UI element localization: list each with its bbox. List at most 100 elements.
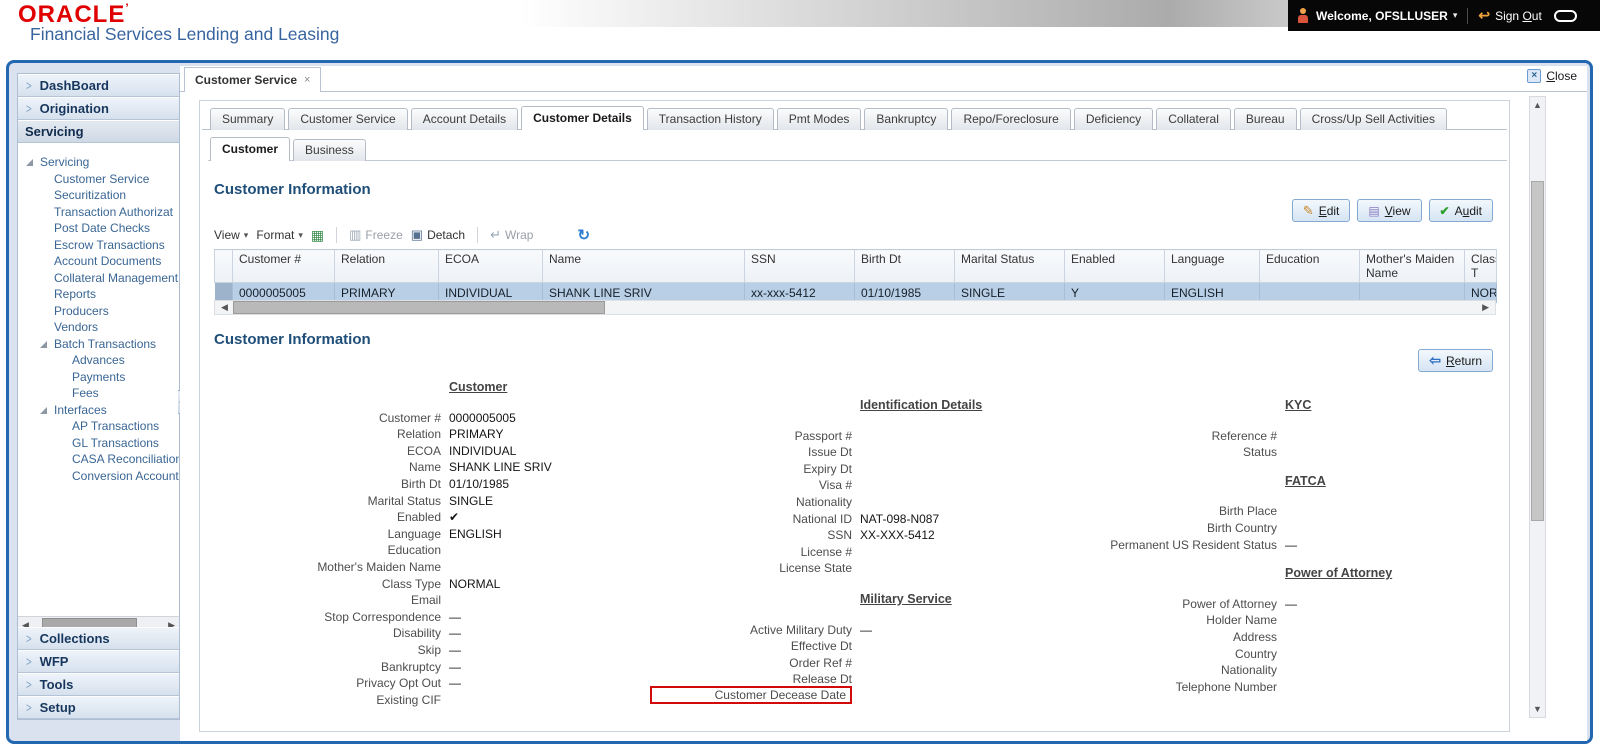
close-icon[interactable]: × <box>1527 69 1542 83</box>
tab-repo-foreclosure[interactable]: Repo/Foreclosure <box>951 108 1071 130</box>
view-menu[interactable]: View ▾ <box>214 228 248 242</box>
tab-transaction-history[interactable]: Transaction History <box>646 108 774 130</box>
tree-item-fees[interactable]: Fees <box>18 385 179 402</box>
sidebar-item-collections[interactable]: > Collections <box>18 627 179 650</box>
audit-button[interactable]: ✔ Audit <box>1428 199 1493 222</box>
col-ecoa[interactable]: ECOA <box>438 249 543 283</box>
wrap-button[interactable]: ↵ Wrap <box>490 227 533 243</box>
scroll-left-icon[interactable]: ◀ <box>221 301 228 314</box>
tree-item-vendors[interactable]: Vendors <box>18 319 179 336</box>
doc-tab-customer-service[interactable]: Customer Service × <box>184 67 322 92</box>
edit-button[interactable]: ✎ Edit <box>1291 199 1351 222</box>
chevron-down-icon[interactable]: ▾ <box>1453 10 1458 21</box>
format-menu[interactable]: Format ▾ <box>256 228 303 242</box>
tab-customer-service[interactable]: Customer Service <box>288 108 408 130</box>
tab-deficiency[interactable]: Deficiency <box>1073 108 1154 130</box>
form-field-row: Effective Dt <box>790 639 852 654</box>
tab-summary[interactable]: Summary <box>210 108 286 130</box>
form-field-row: Nationality <box>795 494 852 509</box>
tree-item-advances[interactable]: Advances <box>18 352 179 369</box>
document-tab-bar: Customer Service × × Close <box>180 66 1587 92</box>
tree-item-securitization[interactable]: Securitization <box>18 187 179 204</box>
export-to-excel-button[interactable]: ▦ <box>311 227 324 244</box>
refresh-icon[interactable]: ↻ <box>577 226 590 244</box>
form-field-row: Mother's Maiden Name <box>317 559 441 574</box>
col-customer-number[interactable]: Customer # <box>232 249 335 283</box>
col-marital-status[interactable]: Marital Status <box>954 249 1065 283</box>
kyc-group-header: KYC <box>1285 398 1312 412</box>
collapse-node-icon[interactable] <box>26 159 33 166</box>
sidebar-item-servicing[interactable]: Servicing <box>18 120 179 143</box>
sidebar-item-origination[interactable]: > Origination <box>18 97 179 120</box>
tree-item-transaction-authorization[interactable]: Transaction Authorizat <box>18 204 179 221</box>
form-field-row: Stop Correspondence — <box>324 609 461 624</box>
tab-cross-up-sell-activities[interactable]: Cross/Up Sell Activities <box>1299 108 1447 130</box>
product-title: Financial Services Lending and Leasing <box>30 24 340 44</box>
view-button[interactable]: ▤ View <box>1357 199 1422 222</box>
tab-bankruptcy[interactable]: Bankruptcy <box>864 108 949 130</box>
col-enabled[interactable]: Enabled <box>1064 249 1165 283</box>
form-field-row: Passport # <box>794 428 852 443</box>
tree-item-producers[interactable]: Producers <box>18 303 179 320</box>
col-name[interactable]: Name <box>542 249 745 283</box>
tree-item-casa-reconciliation[interactable]: CASA Reconciliation <box>18 451 179 468</box>
detail-section-title: Customer Information <box>214 331 371 348</box>
col-birth-dt[interactable]: Birth Dt <box>854 249 955 283</box>
subtab-customer[interactable]: Customer <box>210 137 291 161</box>
military-group-header: Military Service <box>860 591 952 606</box>
tree-item-servicing[interactable]: Servicing <box>18 154 179 171</box>
close-tab-icon[interactable]: × <box>304 74 310 86</box>
scroll-down-icon[interactable]: ▼ <box>1530 704 1545 714</box>
tab-collateral[interactable]: Collateral <box>1156 108 1231 130</box>
tree-item-conversion-account[interactable]: Conversion Account <box>18 468 179 485</box>
oracle-logo-mark: ’ <box>125 1 130 15</box>
wrap-icon: ↵ <box>490 227 501 242</box>
return-button[interactable]: ⇦ Return <box>1418 349 1493 372</box>
tree-item-ap-transactions[interactable]: AP Transactions <box>18 418 179 435</box>
sidebar-item-setup[interactable]: > Setup <box>18 696 179 719</box>
sign-out-link[interactable]: Sign Out <box>1495 9 1542 23</box>
tree-item-escrow-transactions[interactable]: Escrow Transactions <box>18 237 179 254</box>
tree-item-account-documents[interactable]: Account Documents <box>18 253 179 270</box>
subtab-business[interactable]: Business <box>293 139 366 161</box>
scroll-right-icon[interactable]: ▶ <box>1482 301 1489 314</box>
scroll-up-icon[interactable]: ▲ <box>1530 100 1545 110</box>
chevron-down-icon: ▾ <box>243 229 249 240</box>
col-language[interactable]: Language <box>1164 249 1260 283</box>
col-mothers-maiden-name[interactable]: Mother's Maiden Name <box>1359 249 1465 283</box>
scrollbar-thumb[interactable] <box>233 301 605 314</box>
freeze-button[interactable]: ▥ Freeze <box>349 227 403 243</box>
close-button[interactable]: × Close <box>1527 69 1577 83</box>
tree-item-gl-transactions[interactable]: GL Transactions <box>18 435 179 452</box>
tree-item-payments[interactable]: Payments <box>18 369 179 386</box>
grid-horizontal-scrollbar[interactable]: ◀ ▶ <box>214 300 1496 315</box>
collapse-node-icon[interactable] <box>40 406 47 414</box>
sidebar-item-dashboard[interactable]: > DashBoard <box>18 74 179 97</box>
collapse-node-icon[interactable] <box>40 340 47 348</box>
sidebar-item-wfp[interactable]: > WFP <box>18 650 179 673</box>
tree-item-interfaces[interactable]: Interfaces <box>18 402 179 419</box>
grid-section-title: Customer Information <box>214 181 371 198</box>
welcome-menu[interactable]: Welcome, OFSLLUSER <box>1316 9 1448 23</box>
col-ssn[interactable]: SSN <box>744 249 855 283</box>
kyc-detail-column: KYC Reference # Status FATCA Birth Place… <box>1070 397 1500 695</box>
tree-item-customer-service[interactable]: Customer Service <box>18 171 179 188</box>
sidebar-item-tools[interactable]: > Tools <box>18 673 179 696</box>
tree-item-reports[interactable]: Reports <box>18 286 179 303</box>
form-field-row: Education <box>387 543 441 558</box>
content-vertical-scrollbar[interactable]: ▲ ▼ <box>1529 96 1546 718</box>
col-education[interactable]: Education <box>1259 249 1360 283</box>
tab-bureau[interactable]: Bureau <box>1233 108 1297 130</box>
form-field-row: Issue Dt <box>807 445 852 460</box>
tree-item-post-date-checks[interactable]: Post Date Checks <box>18 220 179 237</box>
tree-item-collateral-management[interactable]: Collateral Management <box>18 270 179 287</box>
tab-pmt-modes[interactable]: Pmt Modes <box>776 108 862 130</box>
tree-item-batch-transactions[interactable]: Batch Transactions <box>18 336 179 353</box>
detach-button[interactable]: ▣ Detach <box>411 227 465 243</box>
tab-account-details[interactable]: Account Details <box>410 108 519 130</box>
col-class-type[interactable]: Class T <box>1464 249 1497 283</box>
col-relation[interactable]: Relation <box>334 249 439 283</box>
tab-customer-details[interactable]: Customer Details <box>521 106 644 130</box>
scrollbar-thumb[interactable] <box>1531 181 1544 521</box>
form-field-row: Skip — <box>417 642 461 657</box>
